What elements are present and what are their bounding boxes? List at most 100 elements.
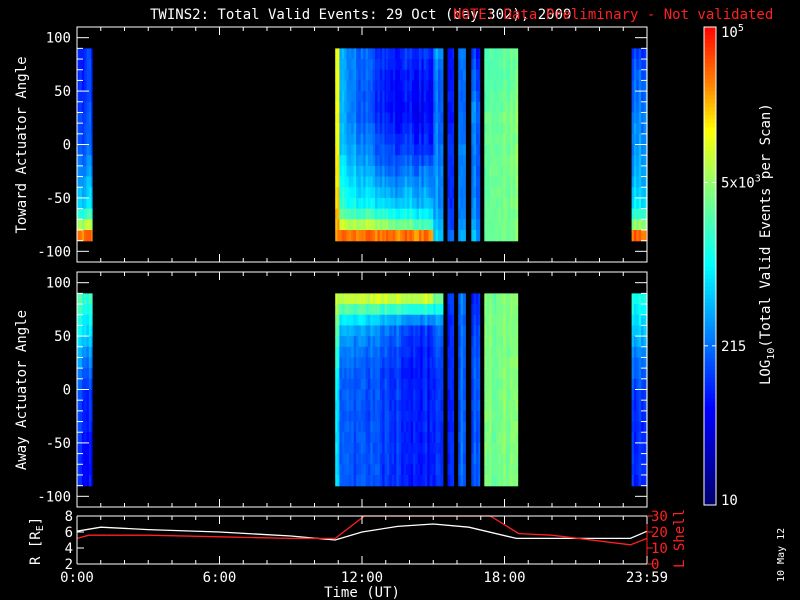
colorbar-swatch <box>704 154 716 160</box>
colorbar-swatch <box>704 317 716 323</box>
colorbar-swatch <box>704 321 716 327</box>
heatmap-cell <box>462 293 466 305</box>
heatmap-cell <box>478 144 481 156</box>
heatmap-cell <box>440 155 444 167</box>
y-tick-label: 100 <box>46 276 71 292</box>
heatmap-cell <box>478 112 481 124</box>
colorbar-swatch <box>704 337 716 343</box>
heatmap-cell <box>462 421 466 433</box>
heatmap-cell <box>452 336 455 348</box>
heatmap-cell <box>440 464 444 476</box>
colorbar-swatch <box>704 98 716 104</box>
colorbar-swatch <box>704 485 716 490</box>
toward-heatmap: 100 50 0 -50 -100 <box>37 26 648 263</box>
heatmap-cell <box>515 59 519 71</box>
heatmap-cell <box>478 187 481 199</box>
heatmap-cell <box>91 389 93 401</box>
heatmap-cell <box>478 219 481 231</box>
heatmap-cell <box>91 453 93 465</box>
heatmap-cell <box>478 378 481 391</box>
heatmap-cell <box>462 346 466 359</box>
heatmap-cell <box>91 59 93 71</box>
heatmap-cell <box>478 155 481 167</box>
heatmap-cell <box>462 442 466 455</box>
heatmap-cell <box>91 155 93 167</box>
heatmap-cell <box>91 378 93 391</box>
heatmap-cell <box>452 378 455 391</box>
heatmap-cell <box>440 48 444 60</box>
heatmap-cell <box>452 293 455 305</box>
colorbar-swatch <box>704 369 716 375</box>
heatmap-cell <box>462 230 466 242</box>
heatmap-cell <box>440 197 444 210</box>
colorbar-swatch <box>704 389 716 395</box>
colorbar-swatch <box>704 473 716 478</box>
heatmap-cell <box>440 91 444 103</box>
heatmap-cell <box>91 80 93 92</box>
colorbar-swatch <box>704 218 716 223</box>
colorbar-swatch <box>704 453 716 458</box>
colorbar-swatch <box>704 465 716 470</box>
heatmap-cell <box>478 133 481 146</box>
r-ylabel: R [RE] <box>28 517 46 565</box>
heatmap-cell <box>515 453 519 465</box>
lshell-tick-label: 20 <box>651 525 668 541</box>
heatmap-cell <box>478 400 481 412</box>
heatmap-cell <box>462 123 466 135</box>
heatmap-cell <box>91 442 93 455</box>
heatmap-cell <box>515 325 519 337</box>
heatmap-cell <box>452 69 455 81</box>
r-ylabel-text: R [R <box>28 531 44 565</box>
heatmap-cell <box>452 133 455 146</box>
colorbar-tick-base: 5x10 <box>721 175 755 191</box>
heatmap-cell <box>452 59 455 71</box>
colorbar-label: LOG10(Total Valid Events per Scan) <box>758 103 777 385</box>
colorbar-swatch <box>704 289 716 295</box>
colorbar-swatch <box>704 46 716 52</box>
colorbar-swatch <box>704 365 716 371</box>
heatmap-cell <box>515 197 519 210</box>
colorbar-swatch <box>704 31 716 36</box>
heatmap-cell <box>452 464 455 476</box>
heatmap-cell <box>515 230 519 242</box>
heatmap-cell <box>462 187 466 199</box>
colorbar-swatch <box>704 353 716 359</box>
heatmap-cell <box>452 219 455 231</box>
heatmap-cell <box>440 208 444 220</box>
heatmap-cell <box>515 112 519 124</box>
heatmap-cell <box>515 91 519 103</box>
heatmap-cell <box>440 80 444 92</box>
colorbar-swatch <box>704 421 716 426</box>
heatmap-cell <box>91 219 93 231</box>
r-tick-label: 8 <box>65 509 73 525</box>
heatmap-cell <box>452 101 455 114</box>
heatmap-cell <box>440 187 444 199</box>
heatmap-cell <box>452 165 455 178</box>
heatmap-cell <box>452 432 455 444</box>
heatmap-cell <box>515 80 519 92</box>
heatmap-cell <box>478 197 481 210</box>
colorbar-swatch <box>704 417 716 422</box>
y-tick-label: 50 <box>54 329 71 345</box>
heatmap-cell <box>478 357 481 369</box>
colorbar-swatch <box>704 94 716 100</box>
heatmap-cell <box>452 357 455 369</box>
heatmap-cell <box>452 475 455 487</box>
colorbar-tick-label: 10 <box>721 493 738 509</box>
heatmap-cell <box>440 123 444 135</box>
colorbar-tick-base: 215 <box>721 339 746 355</box>
y-tick-label: 0 <box>63 138 71 154</box>
colorbar-swatch <box>704 493 716 498</box>
heatmap-cell <box>462 59 466 71</box>
colorbar-swatch <box>704 134 716 140</box>
colorbar-swatch <box>704 266 716 271</box>
x-tick-label: 23:59 <box>626 570 668 586</box>
colorbar-swatch <box>704 42 716 48</box>
colorbar-tick-label: 105 <box>721 23 744 41</box>
colorbar-swatch <box>704 461 716 466</box>
heatmap-cell <box>91 314 93 326</box>
colorbar-swatch <box>704 313 716 319</box>
heatmap-cell <box>478 442 481 455</box>
heatmap-cell <box>515 346 519 359</box>
heatmap-cell <box>515 314 519 326</box>
